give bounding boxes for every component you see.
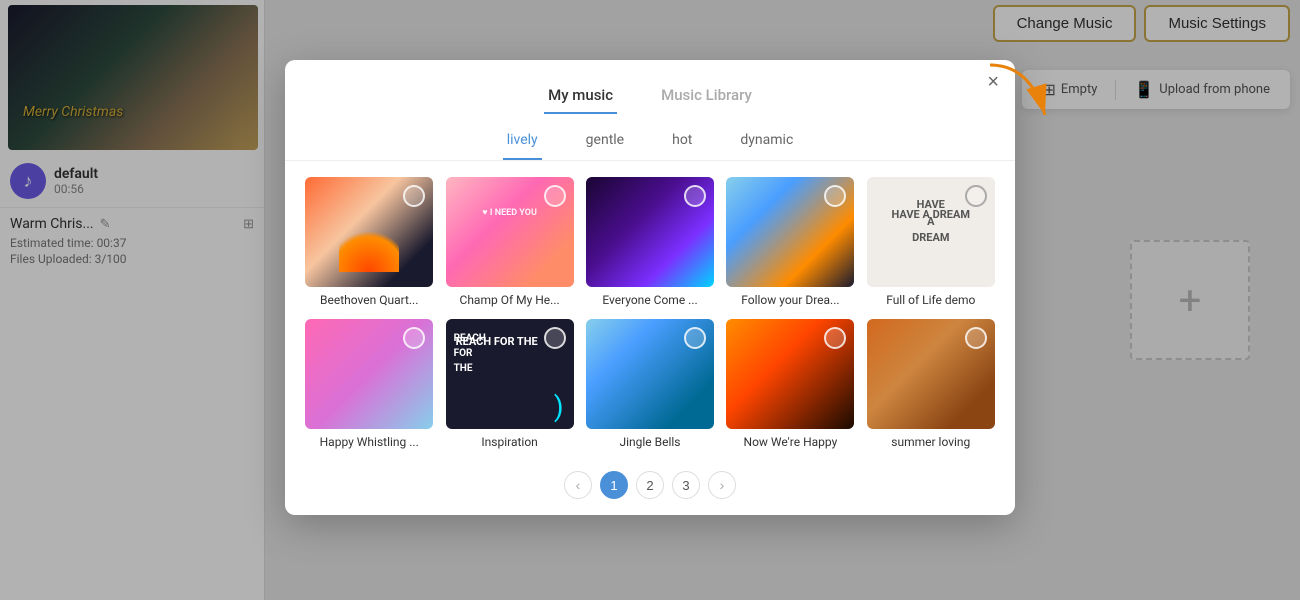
mood-tab-lively[interactable]: lively (503, 124, 542, 160)
pagination-page-2-button[interactable]: 2 (636, 471, 664, 499)
radio-circle (965, 327, 987, 349)
track-label-jingle: Jingle Bells (619, 435, 680, 449)
modal-tabs: My music Music Library (305, 78, 995, 114)
track-label-whistling: Happy Whistling ... (320, 435, 419, 449)
radio-circle (544, 327, 566, 349)
modal-overlay: × My music Music Library lively (0, 0, 1300, 600)
radio-circle (684, 327, 706, 349)
track-thumbnail-follow (726, 177, 854, 287)
track-thumbnail-nowwehappy (726, 319, 854, 429)
track-label-nowwehappy: Now We're Happy (744, 435, 838, 449)
radio-circle (824, 327, 846, 349)
track-label-summer: summer loving (891, 435, 970, 449)
editor-background: ♪ default 00:56 Warm Chris... ✎ ⊞ Estima… (0, 0, 1300, 600)
radio-circle (403, 185, 425, 207)
track-thumbnail-inspiration: REACHFORTHE ) (446, 319, 574, 429)
mood-tab-dynamic[interactable]: dynamic (736, 124, 797, 160)
track-thumbnail-beethoven (305, 177, 433, 287)
radio-circle (684, 185, 706, 207)
mood-tab-hot[interactable]: hot (668, 124, 696, 160)
pagination: ‹ 1 2 3 › (285, 465, 1015, 515)
pagination-prev-button[interactable]: ‹ (564, 471, 592, 499)
list-item[interactable]: summer loving (867, 319, 995, 449)
list-item[interactable]: Jingle Bells (586, 319, 714, 449)
track-thumbnail-whistling (305, 319, 433, 429)
track-thumbnail-champ (446, 177, 574, 287)
list-item[interactable]: Follow your Drea... (726, 177, 854, 307)
mood-tabs: lively gentle hot dynamic (285, 114, 1015, 161)
radio-circle (544, 185, 566, 207)
mood-tab-gentle[interactable]: gentle (582, 124, 628, 160)
pagination-page-1-button[interactable]: 1 (600, 471, 628, 499)
track-thumbnail-fulllife: HAVEADREAM (867, 177, 995, 287)
list-item[interactable]: HAVEADREAM Full of Life demo (867, 177, 995, 307)
track-thumbnail-summer (867, 319, 995, 429)
list-item[interactable]: Champ Of My He... (445, 177, 573, 307)
list-item[interactable]: Now We're Happy (726, 319, 854, 449)
track-label-fulllife: Full of Life demo (886, 293, 975, 307)
track-thumbnail-everyone (586, 177, 714, 287)
list-item[interactable]: Happy Whistling ... (305, 319, 433, 449)
modal-header: My music Music Library (285, 60, 1015, 114)
radio-circle (824, 185, 846, 207)
music-grid: Beethoven Quart... Champ Of My He... Eve… (285, 161, 1015, 465)
track-label-follow: Follow your Drea... (741, 293, 839, 307)
music-modal: × My music Music Library lively (285, 60, 1015, 515)
pagination-next-button[interactable]: › (708, 471, 736, 499)
track-label-everyone: Everyone Come ... (602, 293, 697, 307)
list-item[interactable]: Everyone Come ... (586, 177, 714, 307)
track-label-inspiration: Inspiration (481, 435, 537, 449)
radio-circle (403, 327, 425, 349)
radio-circle (965, 185, 987, 207)
track-thumbnail-jingle (586, 319, 714, 429)
tab-music-library[interactable]: Music Library (657, 78, 756, 114)
tab-my-music[interactable]: My music (544, 78, 617, 114)
track-label-champ: Champ Of My He... (460, 293, 560, 307)
list-item[interactable]: REACHFORTHE ) Inspiration (445, 319, 573, 449)
pagination-page-3-button[interactable]: 3 (672, 471, 700, 499)
list-item[interactable]: Beethoven Quart... (305, 177, 433, 307)
track-label-beethoven: Beethoven Quart... (320, 293, 418, 307)
